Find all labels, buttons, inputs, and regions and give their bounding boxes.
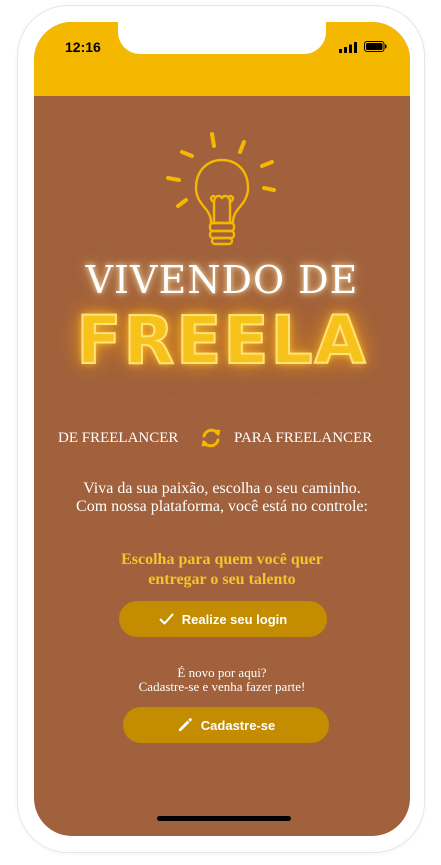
tagline: DE FREELANCER PARA FREELANCER [34,426,410,450]
new-here-line-2: Cadastre-se e venha fazer parte! [138,679,306,694]
signup-button-label: Cadastre-se [200,717,276,733]
choose-heading: Escolha para quem você quer entregar o s… [34,550,410,590]
battery-icon [364,41,387,52]
status-bar: 12:16 [34,22,410,96]
new-here-line-1: É novo por aqui? [177,665,267,680]
login-button-label: Realize seu login [181,611,288,627]
description-line-2: Com nossa plataforma, você está no contr… [76,498,368,515]
new-here-text: É novo por aqui? Cadastre-se e venha faz… [34,666,410,694]
description-line-1: Viva da sua paixão, escolha o seu caminh… [83,480,361,497]
choose-line-1: Escolha para quem você quer [121,551,323,568]
signal-icon [339,42,357,53]
title-line-2: FREELA [75,301,368,380]
tagline-right: PARA FREELANCER [234,430,373,446]
device-notch [118,22,326,54]
title-line-1: VIVENDO DE [85,258,359,302]
check-icon [159,613,174,625]
status-time: 12:16 [65,39,101,55]
tagline-left: DE FREELANCER [58,430,179,446]
choose-line-2: entregar o seu talento [148,571,296,588]
app-screen: 12:16 VIVENDO DE FREELA DE FREELANCER PA… [34,22,410,836]
lightbulb-icon [166,132,276,246]
login-button[interactable]: Realize seu login [119,601,327,637]
description: Viva da sua paixão, escolha o seu caminh… [34,480,410,516]
home-indicator[interactable] [157,816,291,821]
sync-icon [201,428,221,448]
signup-button[interactable]: Cadastre-se [123,707,329,743]
pencil-icon [178,718,192,731]
